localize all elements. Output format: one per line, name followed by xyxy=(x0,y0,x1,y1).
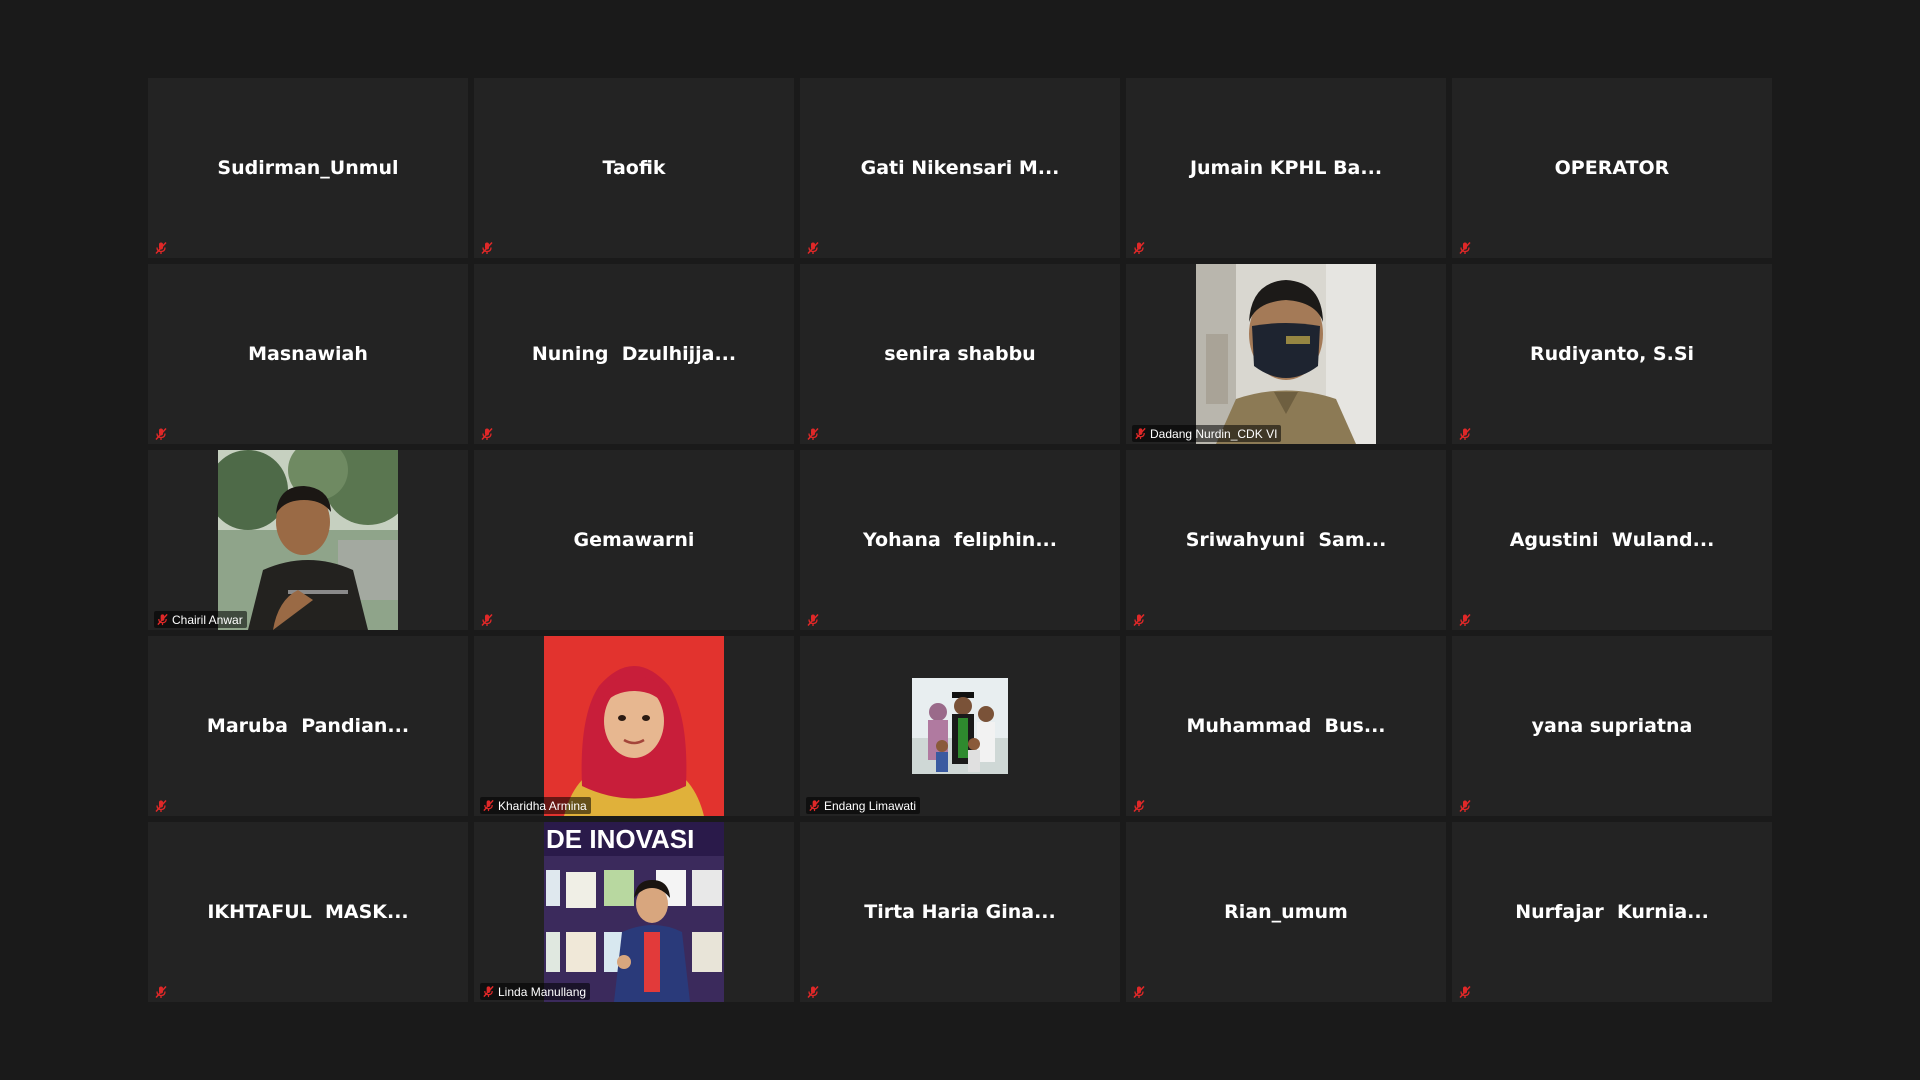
participant-tile[interactable]: Tirta Haria Gina... xyxy=(800,822,1120,1002)
participant-tile[interactable]: Nuning Dzulhijja... xyxy=(474,264,794,444)
muted-mic-icon xyxy=(154,798,168,813)
participant-grid: Sudirman_Unmul Taofik Gati Nikensari M..… xyxy=(148,78,1772,1002)
participant-tile[interactable]: Gemawarni xyxy=(474,450,794,630)
muted-mic-icon xyxy=(1132,612,1146,627)
muted-mic-icon xyxy=(482,985,495,998)
muted-mic-icon xyxy=(156,613,169,626)
participant-name: Maruba Pandian... xyxy=(206,715,410,737)
expo-booth-photo: DE INOVASI xyxy=(544,822,724,1002)
participant-tile[interactable]: Yohana feliphin... xyxy=(800,450,1120,630)
muted-mic-icon xyxy=(1458,612,1472,627)
participant-name: Kharidha Armina xyxy=(498,798,587,813)
muted-mic-icon xyxy=(806,426,820,441)
participant-tile[interactable]: OPERATOR xyxy=(1452,78,1772,258)
participant-name: Yohana feliphin... xyxy=(863,529,1057,551)
muted-mic-icon xyxy=(1134,427,1147,440)
muted-mic-icon xyxy=(480,426,494,441)
participant-name: Jumain KPHL Ba... xyxy=(1189,157,1383,179)
participant-name: Endang Limawati xyxy=(824,798,917,813)
muted-mic-icon xyxy=(1132,984,1146,999)
participant-video-tile[interactable]: DE INOVASI Linda Manullang xyxy=(474,822,794,1002)
muted-mic-icon xyxy=(154,426,168,441)
participant-tile[interactable]: Rudiyanto, S.Si xyxy=(1452,264,1772,444)
participant-name-label: Endang Limawati xyxy=(806,797,921,814)
muted-mic-icon xyxy=(1132,240,1146,255)
participant-name: Tirta Haria Gina... xyxy=(864,901,1056,923)
muted-mic-icon xyxy=(480,612,494,627)
participant-tile[interactable]: Agustini Wuland... xyxy=(1452,450,1772,630)
participant-name-label: Chairil Anwar xyxy=(154,611,247,628)
participant-tile[interactable]: Sudirman_Unmul xyxy=(148,78,468,258)
participant-name: Linda Manullang xyxy=(498,984,587,999)
muted-mic-icon xyxy=(1458,798,1472,813)
participant-video-tile[interactable]: Dadang Nurdin_CDK VI xyxy=(1126,264,1446,444)
participant-video-tile[interactable]: Kharidha Armina xyxy=(474,636,794,816)
participant-tile[interactable]: Muhammad Bus... xyxy=(1126,636,1446,816)
participant-name-label: Kharidha Armina xyxy=(480,797,591,814)
muted-mic-icon xyxy=(806,612,820,627)
booth-banner-text: DE INOVASI xyxy=(546,824,694,854)
muted-mic-icon xyxy=(154,984,168,999)
participant-name: Taofik xyxy=(602,157,666,179)
muted-mic-icon xyxy=(806,984,820,999)
participant-name: senira shabbu xyxy=(884,343,1036,365)
participant-name: Sriwahyuni Sam... xyxy=(1185,529,1387,551)
participant-video-tile[interactable]: Chairil Anwar xyxy=(148,450,468,630)
muted-mic-icon xyxy=(806,240,820,255)
participant-tile[interactable]: Endang Limawati xyxy=(800,636,1120,816)
participant-tile[interactable]: Masnawiah xyxy=(148,264,468,444)
participant-name: Gati Nikensari M... xyxy=(860,157,1060,179)
participant-tile[interactable]: IKHTAFUL MASK... xyxy=(148,822,468,1002)
participant-tile[interactable]: Nurfajar Kurnia... xyxy=(1452,822,1772,1002)
muted-mic-icon xyxy=(808,799,821,812)
participant-tile[interactable]: Rian_umum xyxy=(1126,822,1446,1002)
man-mask-photo xyxy=(1196,264,1376,444)
participant-name: Sudirman_Unmul xyxy=(217,157,399,179)
family-photo xyxy=(912,678,1008,774)
muted-mic-icon xyxy=(154,240,168,255)
muted-mic-icon xyxy=(1132,798,1146,813)
muted-mic-icon xyxy=(1458,240,1472,255)
participant-name: Dadang Nurdin_CDK VI xyxy=(1150,426,1278,441)
participant-name: Nurfajar Kurnia... xyxy=(1515,901,1709,923)
participant-name: Rudiyanto, S.Si xyxy=(1529,343,1695,365)
participant-tile[interactable]: yana supriatna xyxy=(1452,636,1772,816)
participant-name: OPERATOR xyxy=(1554,157,1670,179)
man-outdoor-photo xyxy=(218,450,398,630)
muted-mic-icon xyxy=(480,240,494,255)
participant-tile[interactable]: Sriwahyuni Sam... xyxy=(1126,450,1446,630)
participant-name: Agustini Wuland... xyxy=(1509,529,1715,551)
participant-tile[interactable]: senira shabbu xyxy=(800,264,1120,444)
participant-name: Chairil Anwar xyxy=(172,612,243,627)
participant-name-label: Dadang Nurdin_CDK VI xyxy=(1132,425,1282,442)
participant-tile[interactable]: Jumain KPHL Ba... xyxy=(1126,78,1446,258)
participant-name: IKHTAFUL MASK... xyxy=(207,901,409,923)
participant-name: Muhammad Bus... xyxy=(1186,715,1386,737)
muted-mic-icon xyxy=(482,799,495,812)
participant-name: Masnawiah xyxy=(248,343,368,365)
participant-tile[interactable]: Gati Nikensari M... xyxy=(800,78,1120,258)
participant-name: Nuning Dzulhijja... xyxy=(531,343,737,365)
participant-name: Rian_umum xyxy=(1224,901,1348,923)
participant-name: yana supriatna xyxy=(1531,715,1693,737)
participant-tile[interactable]: Maruba Pandian... xyxy=(148,636,468,816)
participant-name-label: Linda Manullang xyxy=(480,983,591,1000)
participant-name: Gemawarni xyxy=(573,529,695,551)
meeting-gallery-view: Sudirman_Unmul Taofik Gati Nikensari M..… xyxy=(0,0,1920,1080)
muted-mic-icon xyxy=(1458,426,1472,441)
muted-mic-icon xyxy=(1458,984,1472,999)
woman-hijab-photo xyxy=(544,636,724,816)
participant-tile[interactable]: Taofik xyxy=(474,78,794,258)
